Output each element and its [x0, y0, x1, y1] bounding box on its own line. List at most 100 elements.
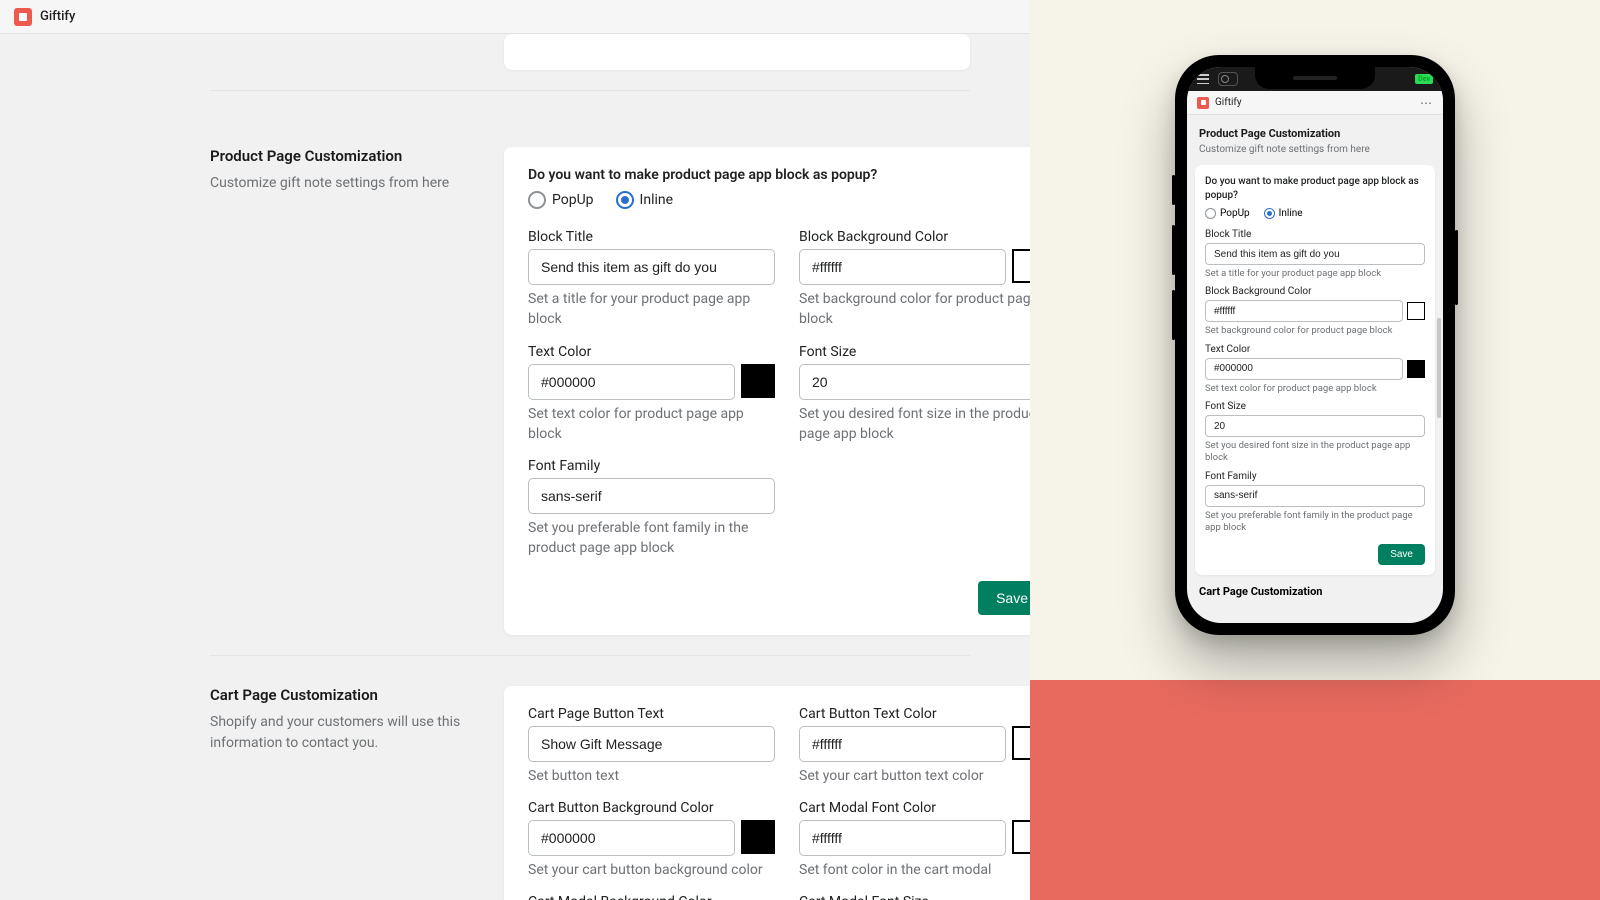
product-save-button[interactable]: Save — [978, 581, 1030, 615]
m-block-title-input[interactable] — [1205, 243, 1425, 265]
mobile-app-bar: Giftify ⋯ — [1187, 91, 1443, 115]
app-logo-icon — [14, 8, 32, 26]
block-title-label: Block Title — [528, 229, 775, 245]
radio-circle-selected-icon — [616, 191, 634, 209]
cart-button-bg-swatch[interactable] — [741, 820, 775, 854]
app-logo-icon — [1197, 97, 1209, 109]
block-title-help: Set a title for your product page app bl… — [528, 289, 775, 330]
radio-circle-selected-icon — [1264, 208, 1275, 219]
cart-button-text-label: Cart Page Button Text — [528, 706, 775, 722]
search-icon[interactable] — [1218, 72, 1238, 86]
radio-inline[interactable]: Inline — [616, 191, 674, 209]
font-size-label: Font Size — [799, 344, 1030, 360]
m-fs-help: Set you desired font size in the product… — [1205, 440, 1425, 465]
product-section-subheading: Customize gift note settings from here — [210, 173, 480, 194]
cart-modal-font-size-label: Cart Modal Font Size — [799, 894, 1030, 900]
radio-circle-icon — [528, 191, 546, 209]
m-radio-inline-label: Inline — [1279, 208, 1303, 219]
product-card: Do you want to make product page app blo… — [504, 147, 1030, 635]
m-bg-swatch[interactable] — [1407, 302, 1425, 320]
text-color-label: Text Color — [528, 344, 775, 360]
radio-popup-label: PopUp — [552, 192, 594, 208]
m-text-color-help: Set text color for product page app bloc… — [1205, 383, 1425, 395]
font-family-input[interactable] — [528, 478, 775, 514]
phone-side-button-icon — [1455, 230, 1458, 305]
product-popup-question: Do you want to make product page app blo… — [528, 167, 1030, 183]
phone-frame: Dev Giftify ⋯ Product Page Customization… — [1175, 55, 1455, 635]
m-radio-popup-label: PopUp — [1220, 208, 1250, 219]
app-topbar: Giftify — [0, 0, 1030, 34]
m-bg-label: Block Background Color — [1205, 286, 1425, 297]
m-fs-input[interactable] — [1205, 415, 1425, 437]
radio-circle-icon — [1205, 208, 1216, 219]
bg-color-help: Set background color for product page bl… — [799, 289, 1030, 330]
bg-color-swatch[interactable] — [1012, 249, 1030, 283]
cart-button-bg-input[interactable] — [528, 820, 735, 856]
cart-modal-font-color-help: Set font color in the cart modal — [799, 860, 1030, 880]
m-product-question: Do you want to make product page app blo… — [1205, 175, 1425, 202]
section-product-page: Product Page Customization Customize gif… — [210, 90, 970, 635]
bg-color-label: Block Background Color — [799, 229, 1030, 245]
font-family-help: Set you preferable font family in the pr… — [528, 518, 775, 559]
cart-modal-bg-label: Cart Modal Background Color — [528, 894, 775, 900]
m-text-color-input[interactable] — [1205, 358, 1403, 380]
cart-modal-font-color-label: Cart Modal Font Color — [799, 800, 1030, 816]
m-ff-input[interactable] — [1205, 485, 1425, 507]
scrollbar[interactable] — [1437, 318, 1441, 418]
phone-side-button-icon — [1172, 175, 1175, 205]
cart-button-text-color-swatch[interactable] — [1012, 726, 1030, 760]
cart-button-bg-help: Set your cart button background color — [528, 860, 775, 880]
cart-button-bg-label: Cart Button Background Color — [528, 800, 775, 816]
phone-notch-icon — [1255, 67, 1375, 89]
m-text-color-swatch[interactable] — [1407, 360, 1425, 378]
mobile-app-name: Giftify — [1215, 97, 1242, 108]
phone-side-button-icon — [1172, 225, 1175, 275]
m-cart-heading: Cart Page Customization — [1199, 585, 1431, 598]
cart-modal-font-color-swatch[interactable] — [1012, 820, 1030, 854]
block-title-input[interactable] — [528, 249, 775, 285]
text-color-input[interactable] — [528, 364, 735, 400]
dev-badge: Dev — [1415, 74, 1433, 84]
m-product-card: Do you want to make product page app blo… — [1195, 165, 1435, 575]
m-ff-help: Set you preferable font family in the pr… — [1205, 510, 1425, 535]
previous-card-stub — [504, 34, 970, 70]
m-text-color-label: Text Color — [1205, 344, 1425, 355]
phone-preview-panel: Dev Giftify ⋯ Product Page Customization… — [1030, 0, 1600, 900]
m-bg-help: Set background color for product page bl… — [1205, 325, 1425, 337]
m-block-title-label: Block Title — [1205, 229, 1425, 240]
product-section-heading: Product Page Customization — [210, 147, 480, 165]
cart-section-subheading: Shopify and your customers will use this… — [210, 712, 480, 754]
cart-section-heading: Cart Page Customization — [210, 686, 480, 704]
hamburger-icon[interactable] — [1197, 74, 1209, 84]
cart-button-text-input[interactable] — [528, 726, 775, 762]
m-block-title-help: Set a title for your product page app bl… — [1205, 268, 1425, 280]
cart-button-text-color-label: Cart Button Text Color — [799, 706, 1030, 722]
phone-screen: Dev Giftify ⋯ Product Page Customization… — [1187, 67, 1443, 623]
text-color-help: Set text color for product page app bloc… — [528, 404, 775, 445]
cart-button-text-color-input[interactable] — [799, 726, 1006, 762]
radio-popup[interactable]: PopUp — [528, 191, 594, 209]
cart-modal-font-color-input[interactable] — [799, 820, 1006, 856]
m-radio-popup[interactable]: PopUp — [1205, 208, 1250, 219]
m-product-heading: Product Page Customization — [1199, 127, 1431, 140]
font-size-help: Set you desired font size in the product… — [799, 404, 1030, 445]
more-menu-icon[interactable]: ⋯ — [1420, 96, 1433, 110]
radio-inline-label: Inline — [640, 192, 674, 208]
cart-card: Cart Page Button Text Set button text Ca… — [504, 686, 1030, 900]
m-product-save-button[interactable]: Save — [1378, 544, 1425, 565]
font-family-label: Font Family — [528, 458, 775, 474]
background-accent — [1030, 680, 1600, 900]
m-bg-input[interactable] — [1205, 300, 1403, 322]
cart-button-text-help: Set button text — [528, 766, 775, 786]
font-size-input[interactable] — [799, 364, 1030, 400]
phone-side-button-icon — [1172, 290, 1175, 340]
desktop-admin-panel: Giftify Product Page Customization Custo… — [0, 0, 1030, 900]
m-product-subheading: Customize gift note settings from here — [1199, 144, 1431, 155]
section-cart-page: Cart Page Customization Shopify and your… — [210, 655, 970, 900]
bg-color-input[interactable] — [799, 249, 1006, 285]
text-color-swatch[interactable] — [741, 364, 775, 398]
m-fs-label: Font Size — [1205, 401, 1425, 412]
m-radio-inline[interactable]: Inline — [1264, 208, 1303, 219]
cart-button-text-color-help: Set your cart button text color — [799, 766, 1030, 786]
app-name: Giftify — [40, 9, 75, 24]
